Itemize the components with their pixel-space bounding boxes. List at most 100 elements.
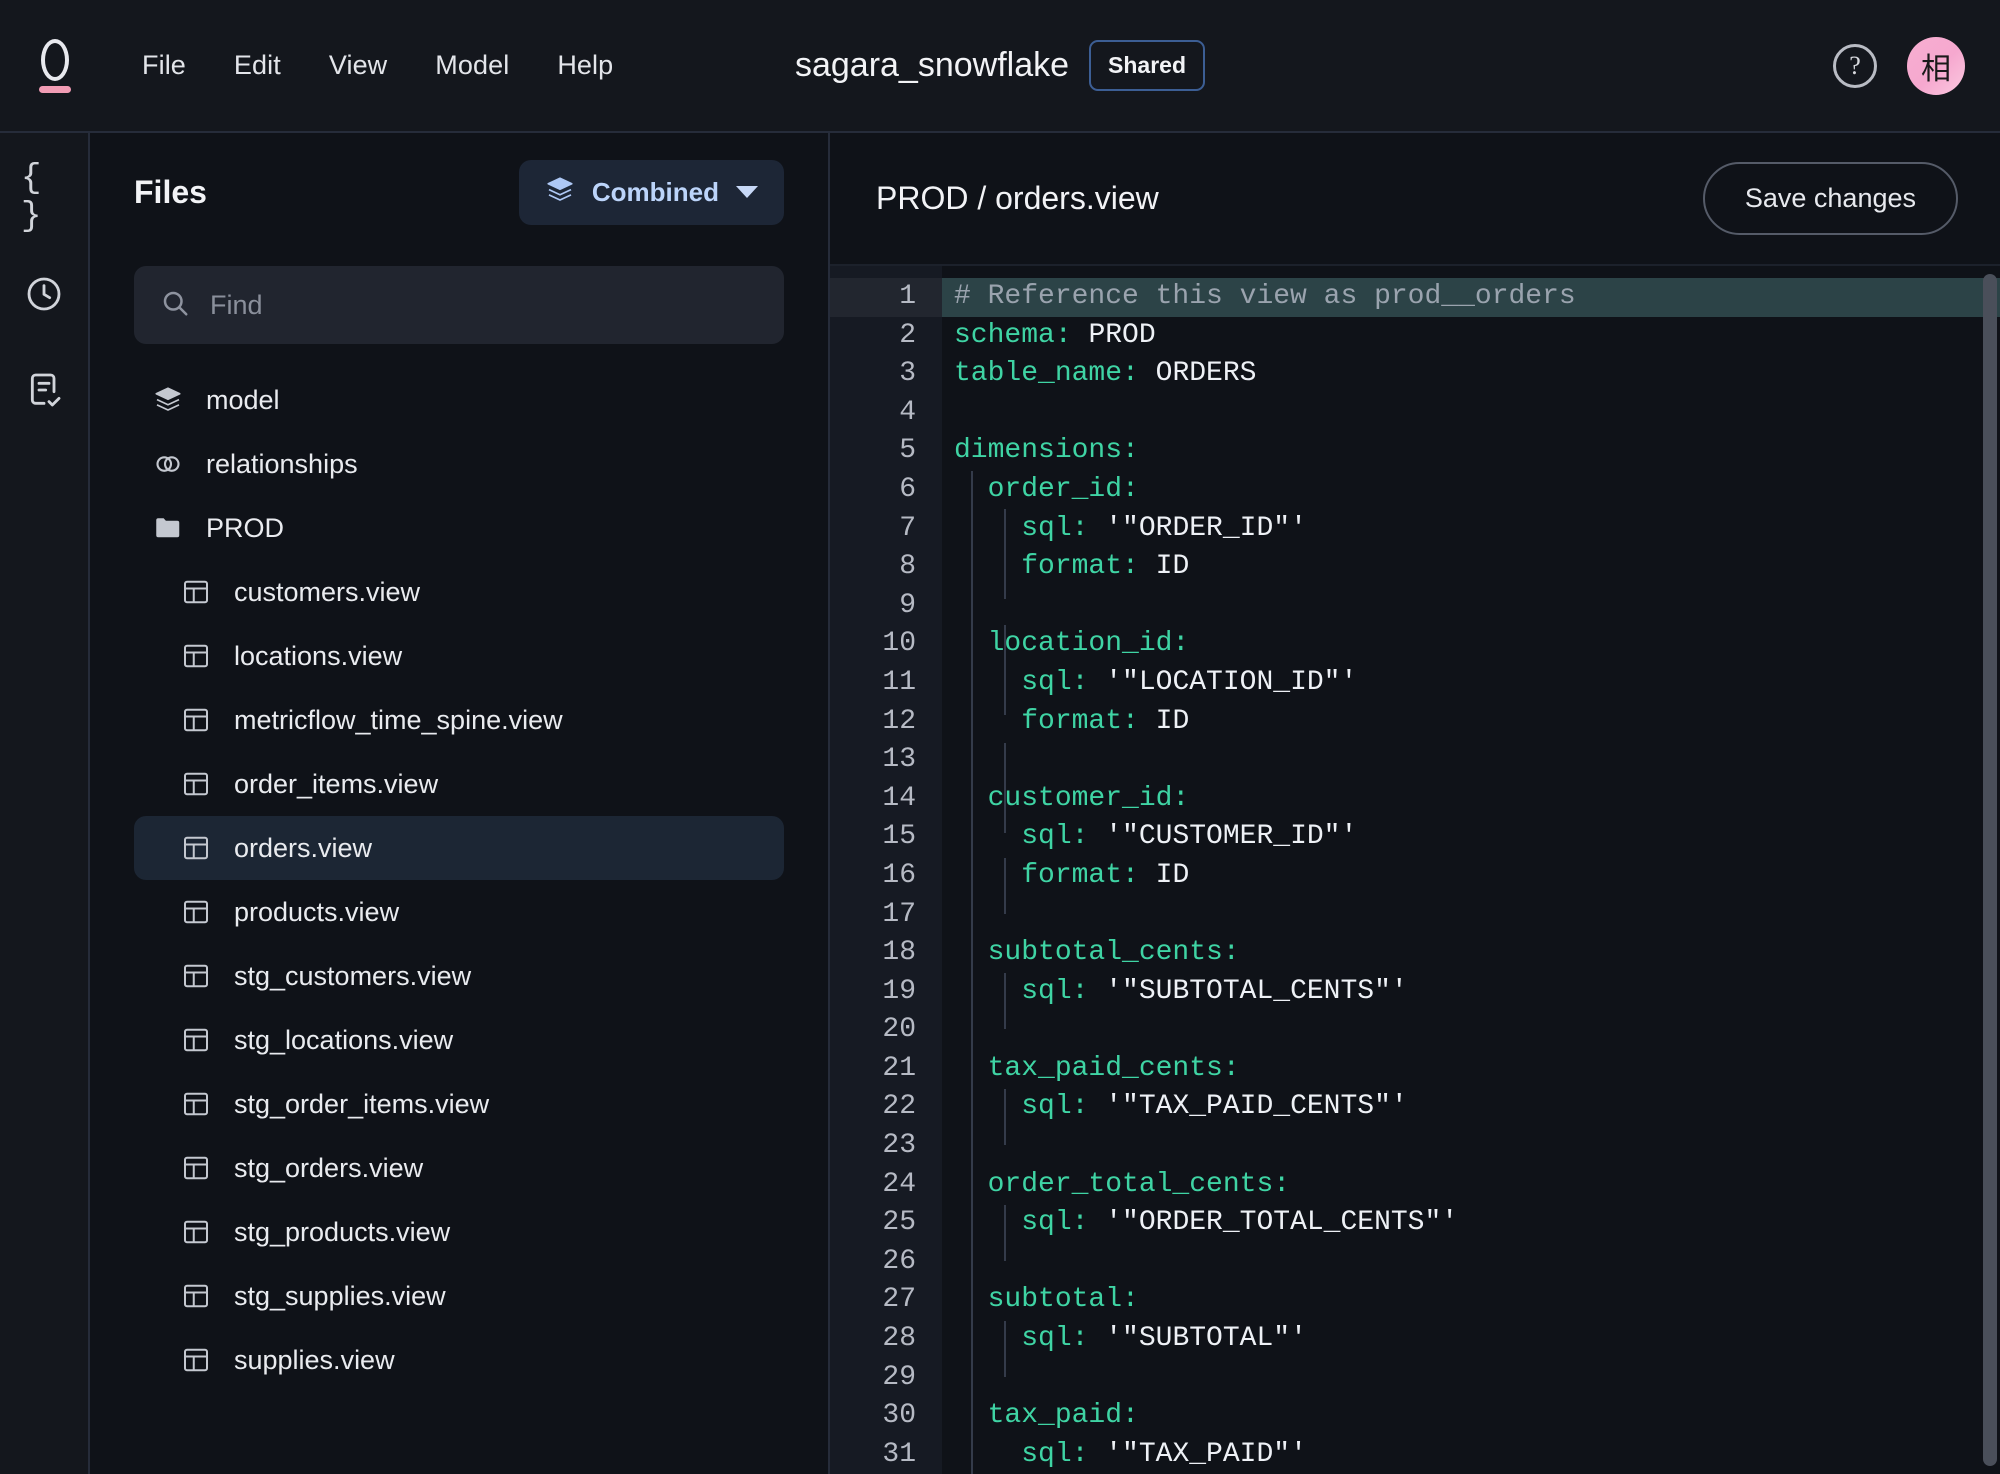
code-token-key: tax_paid:: [954, 1400, 1139, 1432]
code-line[interactable]: customer_id:: [942, 780, 2000, 819]
menu-item-help[interactable]: Help: [557, 50, 613, 81]
code-line[interactable]: order_id:: [942, 471, 2000, 510]
table-icon: [180, 1025, 212, 1055]
code-line[interactable]: tax_paid_cents:: [942, 1050, 2000, 1089]
menu-item-model[interactable]: Model: [435, 50, 509, 81]
file-list-item-PROD[interactable]: PROD: [134, 496, 784, 560]
code-line[interactable]: sql: '"ORDER_ID"': [942, 510, 2000, 549]
file-list-item-metricflow_time_spine-view[interactable]: metricflow_time_spine.view: [134, 688, 784, 752]
menu-item-file[interactable]: File: [142, 50, 186, 81]
folder-icon: [152, 513, 184, 543]
code-line[interactable]: sql: '"CUSTOMER_ID"': [942, 818, 2000, 857]
file-list-item-supplies-view[interactable]: supplies.view: [134, 1328, 784, 1392]
code-line[interactable]: format: ID: [942, 703, 2000, 742]
line-number: 4: [899, 396, 916, 428]
code-token-key: :: [1071, 1207, 1106, 1239]
file-list-item-label: stg_orders.view: [234, 1152, 424, 1183]
file-list-item-stg_products-view[interactable]: stg_products.view: [134, 1200, 784, 1264]
line-number: 3: [899, 358, 916, 390]
code-line[interactable]: [942, 1243, 2000, 1282]
code-token-cmt: # Reference this view as prod__orders: [954, 281, 1576, 312]
combined-mode-dropdown[interactable]: Combined: [518, 159, 784, 225]
code-token-key: format: [954, 551, 1123, 583]
file-list-item-customers-view[interactable]: customers.view: [134, 560, 784, 624]
file-list-item-orders-view[interactable]: orders.view: [134, 816, 784, 880]
file-list-item-stg_customers-view[interactable]: stg_customers.view: [134, 944, 784, 1008]
code-token-key: :: [1054, 319, 1089, 351]
code-line[interactable]: sql: '"TAX_PAID"': [942, 1436, 2000, 1474]
line-number: 13: [882, 744, 916, 776]
status-badge-shared[interactable]: Shared: [1089, 40, 1206, 91]
code-line[interactable]: format: ID: [942, 548, 2000, 587]
search-input[interactable]: [210, 289, 758, 321]
code-line[interactable]: [942, 394, 2000, 433]
help-icon[interactable]: ?: [1833, 43, 1877, 88]
code-line[interactable]: table_name: ORDERS: [942, 355, 2000, 394]
table-icon: [180, 1153, 212, 1183]
file-list-item-products-view[interactable]: products.view: [134, 880, 784, 944]
code-line[interactable]: dimensions:: [942, 432, 2000, 471]
code-content[interactable]: # Reference this view as prod__orderssch…: [942, 266, 2000, 1474]
code-line[interactable]: location_id:: [942, 625, 2000, 664]
file-list-item-order_items-view[interactable]: order_items.view: [134, 752, 784, 816]
code-line[interactable]: [942, 741, 2000, 780]
file-list-item-locations-view[interactable]: locations.view: [134, 624, 784, 688]
table-icon: [180, 1281, 212, 1311]
code-line[interactable]: [942, 1011, 2000, 1050]
code-line[interactable]: order_total_cents:: [942, 1166, 2000, 1205]
file-list-item-stg_supplies-view[interactable]: stg_supplies.view: [134, 1264, 784, 1328]
code-token-val: '"ORDER_ID"': [1105, 512, 1307, 544]
menu-item-view[interactable]: View: [329, 50, 387, 81]
code-line[interactable]: # Reference this view as prod__orders: [942, 278, 2000, 317]
code-line[interactable]: [942, 587, 2000, 626]
editor-panel: PROD / orders.view Save changes 12345678…: [830, 133, 2000, 1474]
code-token-key: dimensions:: [954, 435, 1139, 467]
code-line[interactable]: subtotal:: [942, 1281, 2000, 1320]
code-line[interactable]: [942, 896, 2000, 935]
code-line[interactable]: tax_paid:: [942, 1397, 2000, 1436]
document-check-icon[interactable]: [21, 367, 67, 413]
line-number: 28: [882, 1323, 916, 1355]
file-list: model relationships PROD customers.view loca…: [134, 368, 784, 1392]
file-list-item-label: relationships: [206, 448, 358, 479]
editor-header: PROD / orders.view Save changes: [830, 133, 2000, 266]
code-line[interactable]: [942, 1359, 2000, 1398]
menu-item-edit[interactable]: Edit: [234, 50, 281, 81]
file-list-item-stg_orders-view[interactable]: stg_orders.view: [134, 1136, 784, 1200]
line-number: 22: [882, 1091, 916, 1123]
code-line[interactable]: subtotal_cents:: [942, 934, 2000, 973]
relationships-icon: [152, 449, 184, 479]
code-line[interactable]: schema: PROD: [942, 317, 2000, 356]
find-search-box[interactable]: [134, 266, 784, 344]
editor-vertical-scrollbar[interactable]: [1983, 274, 1997, 1466]
save-changes-button[interactable]: Save changes: [1702, 162, 1958, 235]
line-number: 7: [899, 512, 916, 544]
code-line[interactable]: sql: '"SUBTOTAL_CENTS"': [942, 973, 2000, 1012]
code-line[interactable]: sql: '"ORDER_TOTAL_CENTS"': [942, 1204, 2000, 1243]
code-line[interactable]: sql: '"LOCATION_ID"': [942, 664, 2000, 703]
page-title: sagara_snowflake: [794, 46, 1070, 84]
main-shell: { } Files Combined Find model relationsh…: [0, 133, 2000, 1474]
menu-bar: File Edit View Model Help: [142, 50, 613, 81]
table-icon: [180, 1345, 212, 1375]
avatar[interactable]: 相: [1907, 36, 1965, 95]
file-list-item-stg_order_items-view[interactable]: stg_order_items.view: [134, 1072, 784, 1136]
history-clock-icon[interactable]: [21, 271, 67, 317]
code-editor[interactable]: 1 2 3 4 5 6 7 8 9 10 11 12 13 14 15 16 17 18 19 20 21 22 23 24 2…: [830, 266, 2000, 1474]
file-list-item-label: stg_products.view: [234, 1216, 451, 1247]
file-list-item-relationships[interactable]: relationships: [134, 432, 784, 496]
code-line[interactable]: sql: '"SUBTOTAL"': [942, 1320, 2000, 1359]
app-logo[interactable]: [10, 38, 100, 93]
file-list-item-model[interactable]: model: [134, 368, 784, 432]
code-line[interactable]: [942, 1127, 2000, 1166]
icon-rail: { }: [0, 133, 90, 1474]
line-number: 31: [882, 1438, 916, 1470]
code-line[interactable]: format: ID: [942, 857, 2000, 896]
code-braces-icon[interactable]: { }: [21, 160, 67, 236]
search-icon: [160, 288, 190, 323]
code-token-key: location_id:: [954, 628, 1190, 660]
code-token-val: '"SUBTOTAL"': [1105, 1323, 1307, 1355]
code-line[interactable]: sql: '"TAX_PAID_CENTS"': [942, 1088, 2000, 1127]
line-number: 1: [830, 278, 942, 317]
file-list-item-stg_locations-view[interactable]: stg_locations.view: [134, 1008, 784, 1072]
